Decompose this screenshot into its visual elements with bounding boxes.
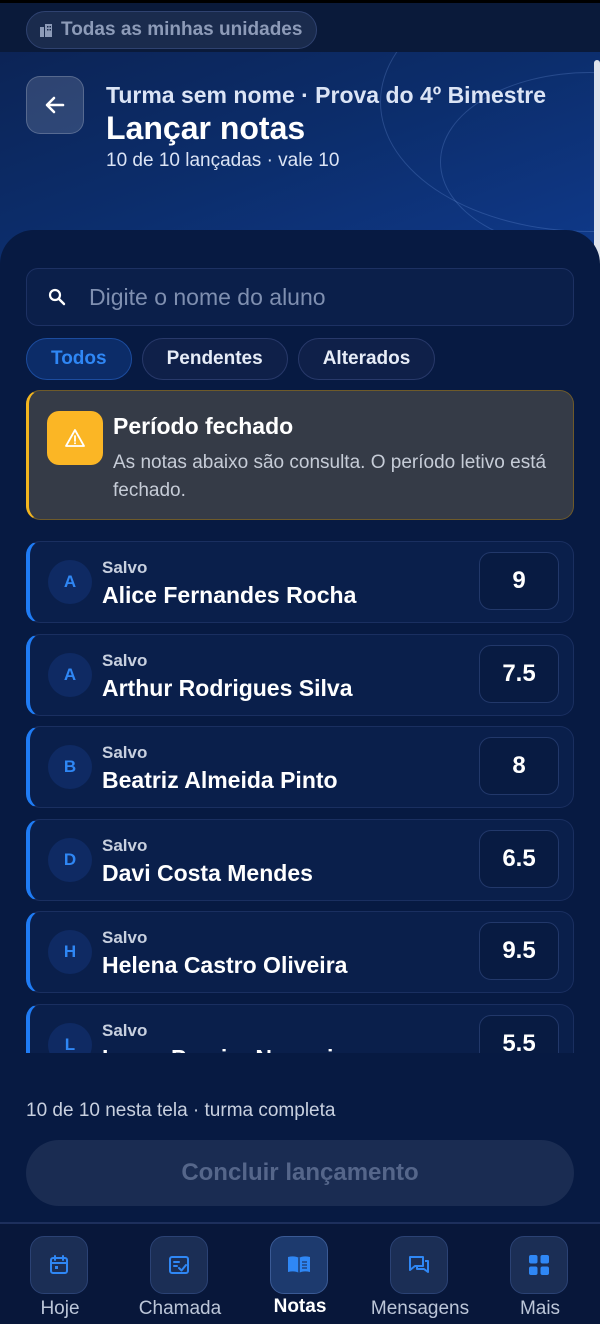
- student-avatar: A: [48, 560, 92, 604]
- bottom-tab-bar: Hoje Chamada Notas Mensagens Mais: [0, 1222, 600, 1324]
- student-avatar: L: [48, 1023, 92, 1053]
- student-name: Laura Pereira Nogueira: [102, 1045, 355, 1053]
- page-title: Lançar notas: [106, 110, 306, 146]
- student-row[interactable]: A Salvo Arthur Rodrigues Silva 7.5: [26, 634, 574, 716]
- student-name: Beatriz Almeida Pinto: [102, 767, 338, 793]
- chat-icon: [390, 1236, 448, 1294]
- student-row[interactable]: L Salvo Laura Pereira Nogueira 5.5: [26, 1004, 574, 1053]
- student-row[interactable]: A Salvo Alice Fernandes Rocha 9: [26, 541, 574, 623]
- top-bar: Todas as minhas unidades: [0, 0, 600, 52]
- save-status: Salvo: [102, 651, 148, 670]
- building-icon: [40, 24, 52, 37]
- save-status: Salvo: [102, 1021, 148, 1040]
- tab-mensagens[interactable]: Mensagens: [360, 1236, 480, 1324]
- grade-input[interactable]: 6.5: [479, 830, 559, 888]
- completion-note: 10 de 10 nesta tela · turma completa: [26, 1100, 336, 1121]
- alert-text: As notas abaixo são consulta. O período …: [113, 452, 547, 501]
- student-avatar: D: [48, 838, 92, 882]
- save-status: Salvo: [102, 558, 148, 577]
- student-list[interactable]: A Salvo Alice Fernandes Rocha 9 A Salvo …: [0, 540, 600, 1053]
- grid-icon: [510, 1236, 568, 1294]
- back-button[interactable]: [26, 76, 84, 134]
- student-name: Alice Fernandes Rocha: [102, 582, 357, 608]
- unit-selector-label: Todas as minhas unidades: [61, 19, 303, 40]
- arrow-left-icon: [45, 96, 65, 114]
- student-row[interactable]: B Salvo Beatriz Almeida Pinto 8: [26, 726, 574, 808]
- calendar-icon: [30, 1236, 88, 1294]
- filter-pendentes[interactable]: Pendentes: [141, 338, 288, 380]
- student-avatar: A: [48, 653, 92, 697]
- alert-title: Período fechado: [113, 413, 294, 439]
- tab-label: Hoje: [40, 1298, 80, 1319]
- book-icon: [270, 1236, 328, 1294]
- student-search[interactable]: [26, 268, 574, 326]
- filter-chips: Todos Pendentes Alterados: [26, 338, 436, 380]
- conclude-button[interactable]: Concluir lançamento: [26, 1140, 574, 1206]
- student-name: Davi Costa Mendes: [102, 860, 313, 886]
- period-closed-alert: Período fechado As notas abaixo são cons…: [26, 390, 574, 520]
- tab-notas[interactable]: Notas: [240, 1236, 360, 1324]
- tab-hoje[interactable]: Hoje: [0, 1236, 120, 1324]
- checklist-icon: [150, 1236, 208, 1294]
- grade-input[interactable]: 7.5: [479, 645, 559, 703]
- tab-label: Chamada: [138, 1298, 222, 1319]
- save-status: Salvo: [102, 743, 148, 762]
- tab-label: Notas: [273, 1296, 327, 1317]
- save-status: Salvo: [102, 836, 148, 855]
- grade-input[interactable]: 9: [479, 552, 559, 610]
- warning-icon: [47, 411, 103, 465]
- tab-label: Mensagens: [370, 1298, 470, 1319]
- student-name: Helena Castro Oliveira: [102, 952, 348, 978]
- class-exam-subtitle: Turma sem nome · Prova do 4º Bimestre: [106, 82, 546, 108]
- grade-input[interactable]: 5.5: [479, 1015, 559, 1053]
- grades-count-meta: 10 de 10 lançadas · vale 10: [106, 150, 340, 171]
- search-input[interactable]: [89, 283, 529, 311]
- student-avatar: H: [48, 930, 92, 974]
- student-name: Arthur Rodrigues Silva: [102, 675, 353, 701]
- student-row[interactable]: H Salvo Helena Castro Oliveira 9.5: [26, 911, 574, 993]
- grade-input[interactable]: 9.5: [479, 922, 559, 980]
- tab-mais[interactable]: Mais: [480, 1236, 600, 1324]
- tab-label: Mais: [519, 1298, 561, 1319]
- student-avatar: B: [48, 745, 92, 789]
- unit-selector[interactable]: Todas as minhas unidades: [26, 11, 318, 49]
- save-status: Salvo: [102, 928, 148, 947]
- search-icon: [48, 288, 66, 306]
- student-row[interactable]: D Salvo Davi Costa Mendes 6.5: [26, 819, 574, 901]
- grade-input[interactable]: 8: [479, 737, 559, 795]
- filter-todos[interactable]: Todos: [26, 338, 132, 380]
- filter-alterados[interactable]: Alterados: [297, 338, 436, 380]
- tab-chamada[interactable]: Chamada: [120, 1236, 240, 1324]
